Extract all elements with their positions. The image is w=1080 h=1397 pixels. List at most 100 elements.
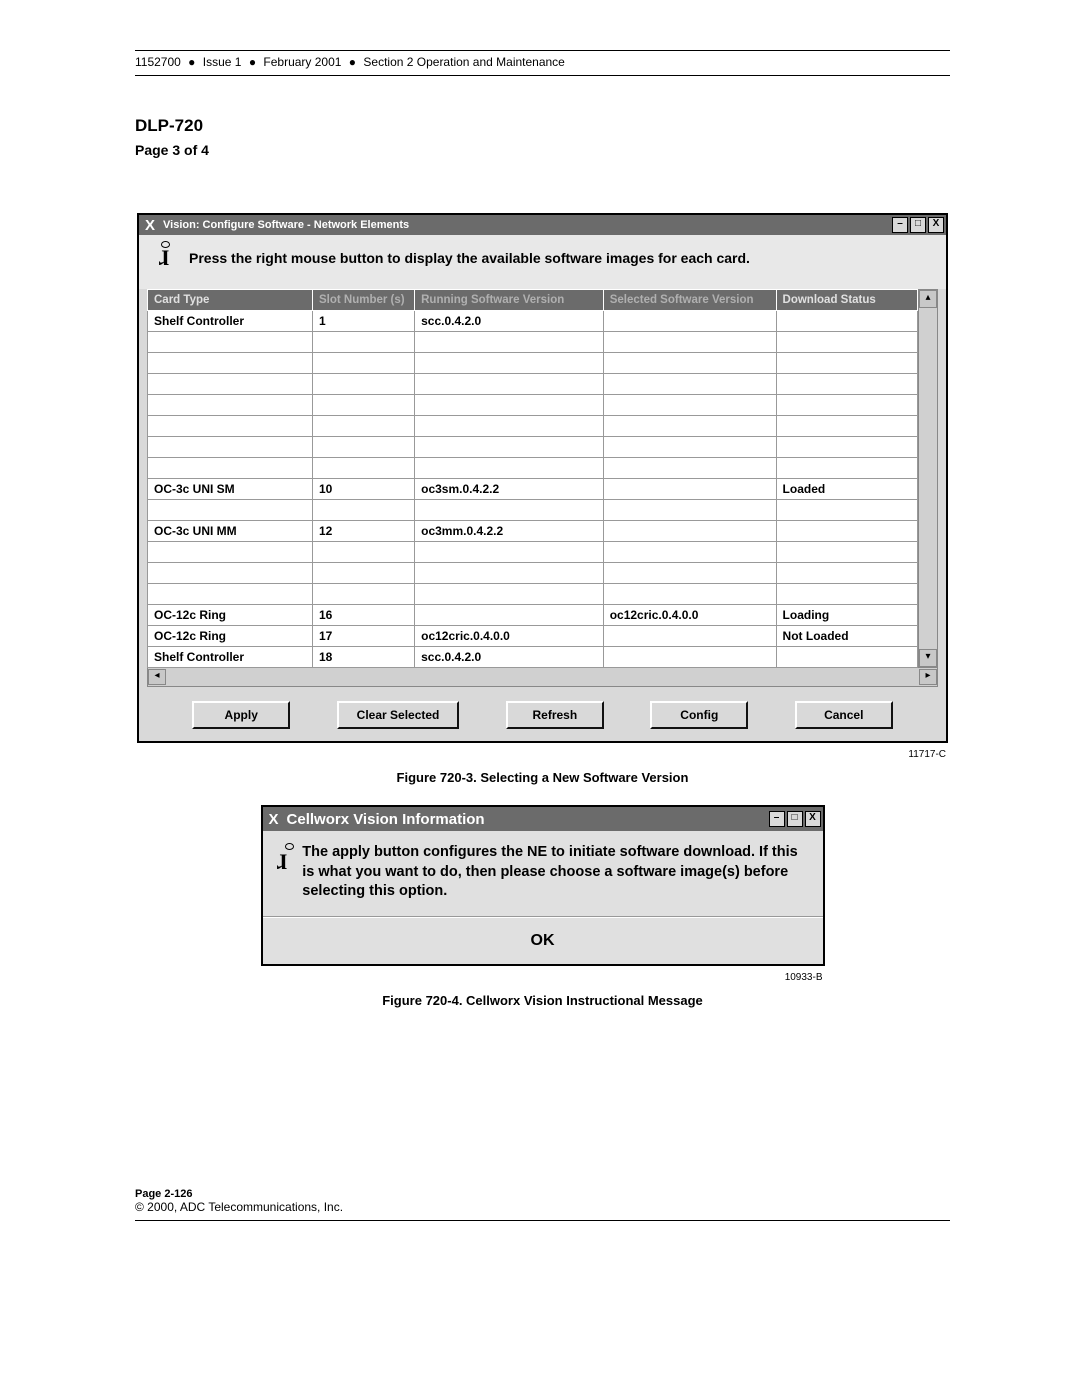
cell-running: oc3sm.0.4.2.2 — [415, 479, 604, 500]
doc-issue: Issue 1 — [203, 55, 242, 69]
minimize-button[interactable]: – — [769, 811, 785, 827]
cell-selected — [603, 311, 776, 332]
cell-slot: 1 — [312, 311, 414, 332]
cell-card — [148, 416, 313, 437]
table-row[interactable] — [148, 500, 918, 521]
cell-running — [415, 605, 604, 626]
titlebar[interactable]: X Vision: Configure Software - Network E… — [139, 215, 946, 235]
software-table[interactable]: Card Type Slot Number (s) Running Softwa… — [147, 289, 918, 668]
cell-selected — [603, 626, 776, 647]
cell-slot — [312, 563, 414, 584]
ok-button[interactable]: OK — [531, 932, 555, 949]
cell-selected — [603, 353, 776, 374]
close-button[interactable]: X — [805, 811, 821, 827]
table-row[interactable]: OC-12c Ring16oc12cric.0.4.0.0Loading — [148, 605, 918, 626]
dialog-message: The apply button configures the NE to in… — [302, 843, 806, 902]
cell-slot: 16 — [312, 605, 414, 626]
page-indicator: Page 3 of 4 — [135, 142, 950, 158]
cell-card — [148, 353, 313, 374]
table-row[interactable]: OC-12c Ring17oc12cric.0.4.0.0Not Loaded — [148, 626, 918, 647]
info-icon: ɺ — [277, 847, 287, 877]
cell-selected — [603, 395, 776, 416]
app-logo-icon: X — [145, 217, 155, 234]
cell-slot: 18 — [312, 647, 414, 668]
cell-card — [148, 374, 313, 395]
table-row[interactable] — [148, 395, 918, 416]
cell-selected — [603, 521, 776, 542]
table-row[interactable]: Shelf Controller1scc.0.4.2.0 — [148, 311, 918, 332]
cell-card — [148, 332, 313, 353]
cell-running — [415, 416, 604, 437]
table-row[interactable] — [148, 437, 918, 458]
figure-code: 10933-B — [263, 972, 823, 983]
footer-page: Page 2-126 — [135, 1188, 950, 1200]
cell-running — [415, 542, 604, 563]
maximize-button[interactable]: □ — [910, 217, 926, 233]
cell-running — [415, 437, 604, 458]
cell-slot — [312, 332, 414, 353]
cell-slot: 12 — [312, 521, 414, 542]
cell-status — [776, 542, 917, 563]
col-selected: Selected Software Version — [603, 290, 776, 311]
minimize-button[interactable]: – — [892, 217, 908, 233]
maximize-button[interactable]: □ — [787, 811, 803, 827]
cell-card: Shelf Controller — [148, 647, 313, 668]
table-row[interactable] — [148, 374, 918, 395]
col-cardtype: Card Type — [148, 290, 313, 311]
cell-status — [776, 458, 917, 479]
close-button[interactable]: X — [928, 217, 944, 233]
cell-selected — [603, 458, 776, 479]
clear-selected-button[interactable]: Clear Selected — [337, 701, 460, 729]
cell-card: Shelf Controller — [148, 311, 313, 332]
cell-running — [415, 395, 604, 416]
cell-selected — [603, 584, 776, 605]
cancel-button[interactable]: Cancel — [795, 701, 893, 729]
cell-status — [776, 500, 917, 521]
cell-selected — [603, 374, 776, 395]
cell-status — [776, 311, 917, 332]
table-row[interactable]: OC-3c UNI MM12oc3mm.0.4.2.2 — [148, 521, 918, 542]
hint-row: ɺ Press the right mouse button to displa… — [139, 235, 946, 289]
horizontal-scrollbar[interactable]: ◂ ▸ — [147, 667, 938, 687]
scroll-down-icon[interactable]: ▾ — [919, 649, 937, 667]
scroll-left-icon[interactable]: ◂ — [148, 669, 166, 685]
scroll-up-icon[interactable]: ▴ — [919, 290, 937, 308]
scroll-right-icon[interactable]: ▸ — [919, 669, 937, 685]
cell-slot — [312, 374, 414, 395]
table-row[interactable] — [148, 542, 918, 563]
footer-copyright: © 2000, ADC Telecommunications, Inc. — [135, 1200, 950, 1214]
cell-slot — [312, 395, 414, 416]
cell-status: Loading — [776, 605, 917, 626]
table-row[interactable]: OC-3c UNI SM10oc3sm.0.4.2.2Loaded — [148, 479, 918, 500]
table-row[interactable] — [148, 458, 918, 479]
table-row[interactable] — [148, 353, 918, 374]
table-row[interactable] — [148, 584, 918, 605]
col-running: Running Software Version — [415, 290, 604, 311]
col-slot: Slot Number (s) — [312, 290, 414, 311]
table-row[interactable] — [148, 416, 918, 437]
cell-running — [415, 500, 604, 521]
configure-software-window: X Vision: Configure Software - Network E… — [137, 213, 948, 743]
cell-running: scc.0.4.2.0 — [415, 647, 604, 668]
apply-button[interactable]: Apply — [192, 701, 290, 729]
cell-selected — [603, 563, 776, 584]
information-dialog: X Cellworx Vision Information – □ X ɺ Th… — [261, 805, 825, 966]
cell-running: scc.0.4.2.0 — [415, 311, 604, 332]
table-row[interactable] — [148, 563, 918, 584]
cell-slot — [312, 500, 414, 521]
cell-running — [415, 458, 604, 479]
cell-slot — [312, 353, 414, 374]
cell-status: Loaded — [776, 479, 917, 500]
dialog-titlebar[interactable]: X Cellworx Vision Information – □ X — [263, 807, 823, 831]
table-row[interactable]: Shelf Controller18scc.0.4.2.0 — [148, 647, 918, 668]
cell-card — [148, 563, 313, 584]
vertical-scrollbar[interactable]: ▴ ▾ — [918, 289, 938, 668]
cell-status — [776, 353, 917, 374]
table-row[interactable] — [148, 332, 918, 353]
refresh-button[interactable]: Refresh — [506, 701, 604, 729]
cell-running — [415, 563, 604, 584]
cell-running: oc3mm.0.4.2.2 — [415, 521, 604, 542]
config-button[interactable]: Config — [650, 701, 748, 729]
cell-status: Not Loaded — [776, 626, 917, 647]
cell-status — [776, 332, 917, 353]
